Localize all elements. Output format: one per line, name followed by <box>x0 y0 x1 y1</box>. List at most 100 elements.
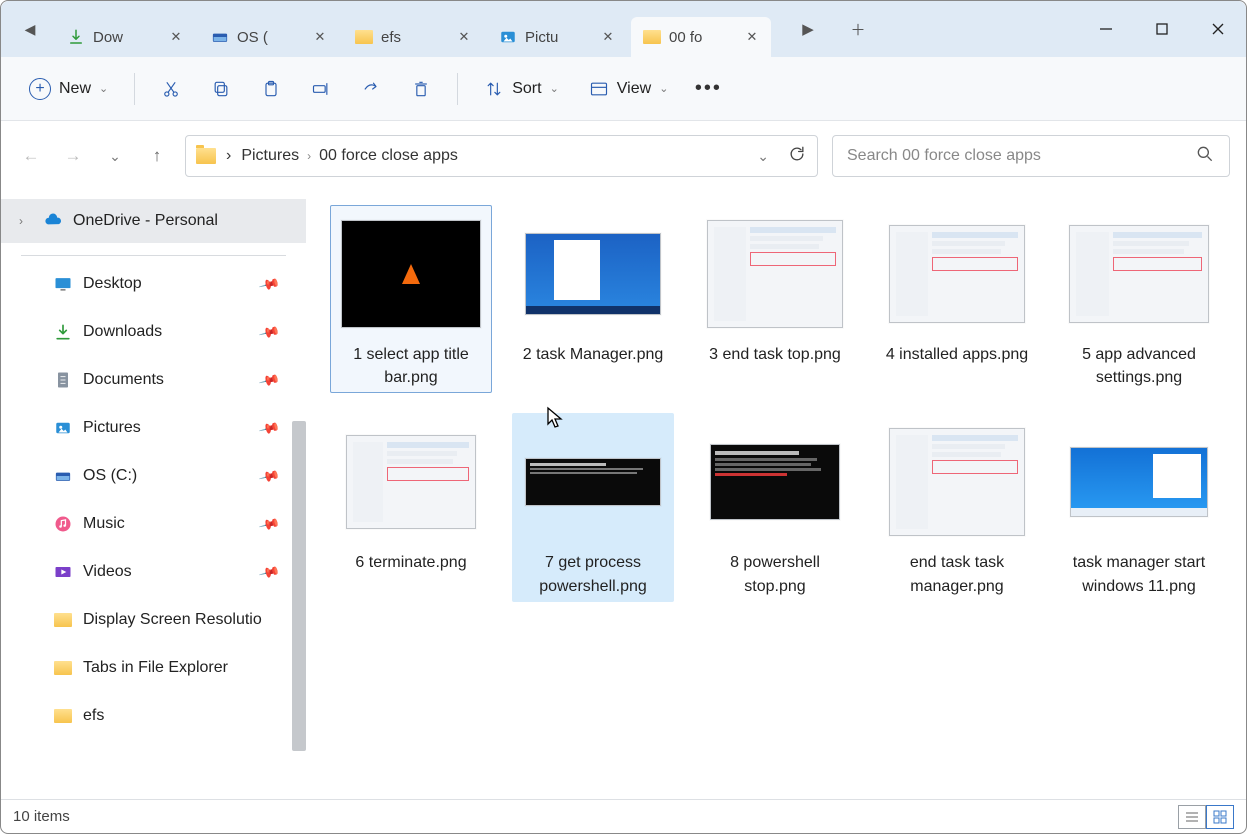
address-dropdown[interactable]: ⌄ <box>757 148 769 165</box>
pin-icon: 📌 <box>257 368 281 391</box>
cut-button[interactable] <box>149 69 193 109</box>
sidebar-item[interactable]: Display Screen Resolutio <box>1 596 306 644</box>
sort-button[interactable]: Sort ⌄ <box>472 69 571 109</box>
tab-close-button[interactable]: ✕ <box>309 26 331 48</box>
drive-icon <box>53 466 73 486</box>
file-item[interactable]: 7 get process powershell.png <box>512 413 674 601</box>
file-label: 5 app advanced settings.png <box>1062 343 1216 389</box>
tab[interactable]: efs ✕ <box>343 17 483 57</box>
view-button[interactable]: View ⌄ <box>577 69 681 109</box>
sidebar-item-onedrive[interactable]: › OneDrive - Personal <box>1 199 306 243</box>
maximize-button[interactable] <box>1134 5 1190 53</box>
plus-circle-icon: + <box>29 78 51 100</box>
view-label: View <box>617 80 651 98</box>
file-item[interactable]: 4 installed apps.png <box>876 205 1038 393</box>
share-icon <box>361 79 381 99</box>
new-button-label: New <box>59 80 91 98</box>
music-icon <box>53 514 73 534</box>
pictures-icon <box>53 418 73 438</box>
file-item[interactable]: task manager start windows 11.png <box>1058 413 1220 601</box>
tab-scroll-right[interactable]: ▶ <box>791 12 825 46</box>
breadcrumb-segment[interactable]: 00 force close apps <box>319 147 458 165</box>
videos-icon <box>53 562 73 582</box>
sidebar-item-label: OneDrive - Personal <box>73 212 218 230</box>
items-view: 1 select app title bar.png 2 task Manage… <box>306 191 1246 799</box>
file-label: 4 installed apps.png <box>886 343 1028 366</box>
sidebar-item[interactable]: OS (C:) 📌 <box>1 452 306 500</box>
chevron-down-icon: ⌄ <box>99 82 108 95</box>
file-item[interactable]: end task task manager.png <box>876 413 1038 601</box>
file-thumbnail <box>518 417 668 547</box>
file-thumbnail <box>1064 417 1214 547</box>
sidebar-item[interactable]: Music 📌 <box>1 500 306 548</box>
details-view-button[interactable] <box>1178 805 1206 829</box>
close-window-button[interactable] <box>1190 5 1246 53</box>
file-item[interactable]: 3 end task top.png <box>694 205 856 393</box>
sidebar-item[interactable]: Downloads 📌 <box>1 308 306 356</box>
breadcrumb-segment[interactable]: Pictures <box>241 147 299 165</box>
sidebar-item[interactable]: efs <box>1 692 306 740</box>
file-label: 8 powershell stop.png <box>698 551 852 597</box>
file-label: 7 get process powershell.png <box>516 551 670 597</box>
file-thumbnail <box>518 209 668 339</box>
sidebar-item[interactable]: Desktop 📌 <box>1 260 306 308</box>
sort-label: Sort <box>512 80 541 98</box>
tab-history-back[interactable]: ◀ <box>9 9 51 49</box>
tab-strip: Dow ✕ OS ( ✕ efs ✕ Pictu ✕ 00 fo ✕ <box>55 1 771 57</box>
tab[interactable]: Pictu ✕ <box>487 17 627 57</box>
share-button[interactable] <box>349 69 393 109</box>
more-button[interactable]: ••• <box>686 69 730 109</box>
tab-close-button[interactable]: ✕ <box>453 26 475 48</box>
new-button[interactable]: + New ⌄ <box>17 69 120 109</box>
minimize-button[interactable] <box>1078 5 1134 53</box>
sidebar-item[interactable]: Pictures 📌 <box>1 404 306 452</box>
refresh-button[interactable] <box>787 144 807 169</box>
item-count: 10 items <box>13 808 70 825</box>
tab[interactable]: OS ( ✕ <box>199 17 339 57</box>
ellipsis-icon: ••• <box>695 77 722 100</box>
navigation-pane: › OneDrive - Personal Desktop 📌 Download… <box>1 191 306 799</box>
desktop-icon <box>53 274 73 294</box>
sidebar-item-label: Music <box>83 515 125 533</box>
file-item[interactable]: 6 terminate.png <box>330 413 492 601</box>
folder-icon <box>643 28 661 46</box>
file-thumbnail <box>336 209 486 339</box>
tab[interactable]: Dow ✕ <box>55 17 195 57</box>
address-bar[interactable]: › Pictures › 00 force close apps ⌄ <box>185 135 818 177</box>
folder-icon <box>53 610 73 630</box>
nav-recent-button[interactable]: ⌄ <box>101 142 129 170</box>
sidebar-item[interactable]: Videos 📌 <box>1 548 306 596</box>
tab-close-button[interactable]: ✕ <box>741 26 763 48</box>
folder-icon <box>53 706 73 726</box>
sidebar-item-label: Videos <box>83 563 132 581</box>
view-toggle <box>1178 805 1234 829</box>
nav-forward-button[interactable]: → <box>59 142 87 170</box>
chevron-right-icon: › <box>226 147 231 165</box>
file-item[interactable]: 8 powershell stop.png <box>694 413 856 601</box>
nav-up-button[interactable]: ↑ <box>143 142 171 170</box>
new-tab-button[interactable]: ＋ <box>841 12 875 46</box>
file-thumbnail <box>1064 209 1214 339</box>
file-label: 6 terminate.png <box>355 551 466 574</box>
file-thumbnail <box>700 417 850 547</box>
sidebar-item[interactable]: Documents 📌 <box>1 356 306 404</box>
nav-back-button[interactable]: ← <box>17 142 45 170</box>
tab[interactable]: 00 fo ✕ <box>631 17 771 57</box>
thumbnails-view-button[interactable] <box>1206 805 1234 829</box>
tab-label: 00 fo <box>669 29 733 46</box>
downloads-icon <box>53 322 73 342</box>
delete-button[interactable] <box>399 69 443 109</box>
tab-close-button[interactable]: ✕ <box>165 26 187 48</box>
status-bar: 10 items <box>1 799 1246 833</box>
tab-close-button[interactable]: ✕ <box>597 26 619 48</box>
copy-button[interactable] <box>199 69 243 109</box>
paste-button[interactable] <box>249 69 293 109</box>
file-item[interactable]: 1 select app title bar.png <box>330 205 492 393</box>
sidebar-item[interactable]: Tabs in File Explorer <box>1 644 306 692</box>
search-box[interactable]: Search 00 force close apps <box>832 135 1230 177</box>
sidebar-item-label: Desktop <box>83 275 142 293</box>
sidebar-scrollbar[interactable] <box>292 191 306 751</box>
file-item[interactable]: 2 task Manager.png <box>512 205 674 393</box>
rename-button[interactable] <box>299 69 343 109</box>
file-item[interactable]: 5 app advanced settings.png <box>1058 205 1220 393</box>
